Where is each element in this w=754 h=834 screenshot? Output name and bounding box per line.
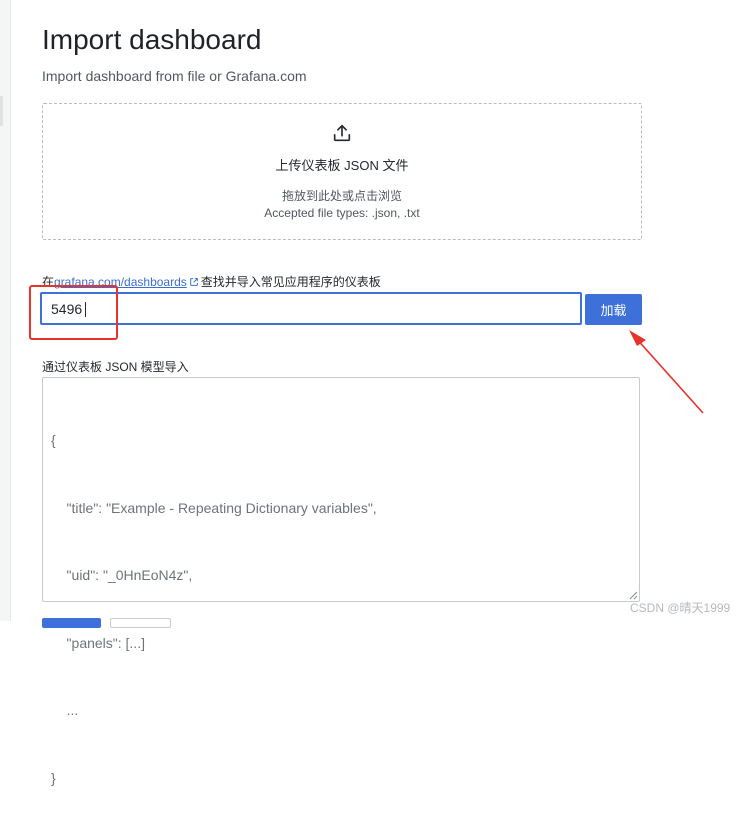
left-rail — [0, 0, 11, 621]
left-rail-marker — [0, 96, 3, 126]
dropzone-hint: 拖放到此处或点击浏览 — [281, 189, 402, 203]
upload-icon — [333, 124, 351, 142]
grafana-com-label-suffix: 查找并导入常见应用程序的仪表板 — [200, 275, 381, 289]
json-model-textarea[interactable]: { "title": "Example - Repeating Dictiona… — [42, 377, 640, 786]
watermark: CSDN @晴天1999 — [630, 601, 731, 615]
dropzone-accepted-types: Accepted file types: .json, .txt — [264, 206, 420, 220]
file-dropzone[interactable]: 上传仪表板 JSON 文件 拖放到此处或点击浏览 Accepted file t… — [42, 103, 642, 240]
dropzone-title: 上传仪表板 JSON 文件 — [275, 158, 409, 173]
json-model-label: 通过仪表板 JSON 模型导入 — [42, 360, 189, 374]
json-placeholder-line: { — [51, 432, 56, 448]
json-placeholder-line: "panels": [...] — [51, 634, 145, 651]
grafana-dashboard-id-input[interactable] — [40, 292, 582, 325]
page-title: Import dashboard — [42, 24, 262, 55]
cancel-button[interactable] — [110, 618, 171, 628]
json-placeholder-line: "title": "Example - Repeating Dictionary… — [51, 499, 377, 516]
json-placeholder-line: ... — [51, 702, 79, 718]
external-link-icon — [189, 278, 198, 286]
json-placeholder-line: "uid": "_0HnEoN4z", — [51, 567, 193, 583]
json-placeholder: { "title": "Example - Repeating Dictiona… — [51, 384, 377, 834]
annotation-highlight-box — [29, 285, 118, 340]
page-subtitle: Import dashboard from file or Grafana.co… — [42, 68, 307, 84]
json-placeholder-line: } — [51, 769, 56, 786]
import-button[interactable] — [42, 618, 101, 628]
